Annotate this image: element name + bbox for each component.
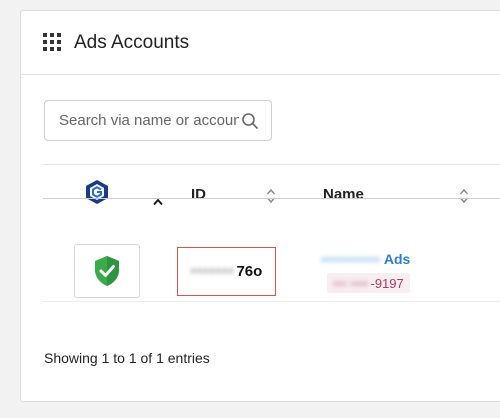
pagination-info: Showing 1 to 1 of 1 entries	[44, 350, 210, 366]
page-title: Ads Accounts	[74, 31, 190, 53]
table-bottom-divider	[43, 301, 500, 302]
sort-icon-id[interactable]	[266, 188, 276, 204]
shield-check-icon	[95, 256, 119, 286]
search-box[interactable]	[44, 100, 272, 141]
column-header-id[interactable]: ID	[191, 186, 206, 203]
account-name-masked: ••••••••••••	[321, 251, 380, 267]
table-header-divider	[43, 198, 500, 199]
account-phone-suffix: -9197	[370, 275, 404, 291]
account-id-cell[interactable]: ••••••• 76o	[177, 247, 276, 296]
status-cell[interactable]	[74, 244, 140, 298]
sort-asc-icon[interactable]	[153, 198, 163, 206]
grid-icon	[43, 32, 63, 53]
account-id-masked: •••••••	[190, 263, 235, 280]
column-header-name[interactable]: Name	[323, 186, 364, 203]
table-top-divider	[43, 164, 500, 165]
account-name-suffix: Ads	[383, 251, 411, 267]
account-phone-masked: ••• ••••	[333, 275, 369, 291]
brand-logo-icon[interactable]	[85, 179, 109, 205]
account-phone: ••• •••• -9197	[327, 273, 410, 293]
search-icon[interactable]	[241, 112, 259, 130]
account-id-suffix: 76o	[236, 263, 263, 280]
search-input[interactable]	[59, 112, 239, 129]
account-name-link[interactable]: •••••••••••• Ads	[321, 251, 410, 267]
sort-icon-name[interactable]	[459, 188, 469, 204]
card-header: Ads Accounts	[21, 11, 500, 75]
ads-accounts-card: Ads Accounts ID Name	[20, 10, 500, 402]
